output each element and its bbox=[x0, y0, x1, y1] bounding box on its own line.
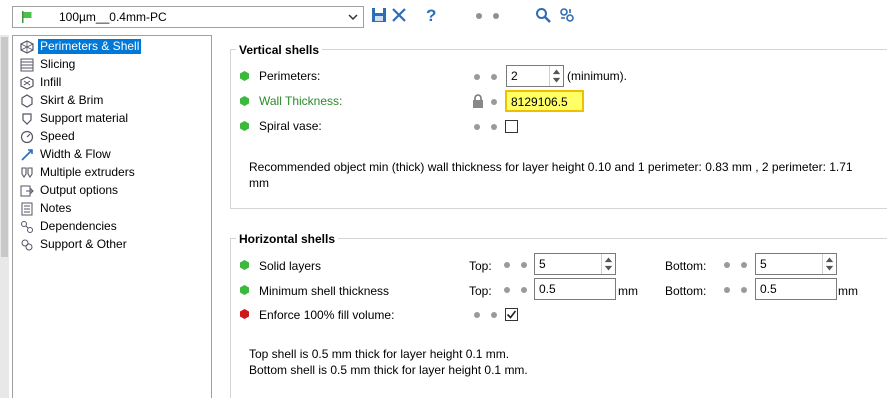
min-shell-bottom-label: Bottom: bbox=[665, 284, 707, 298]
compare-icon[interactable] bbox=[558, 6, 576, 24]
infill-icon bbox=[19, 75, 35, 91]
search-icon[interactable] bbox=[534, 6, 552, 24]
mode-dot-icon bbox=[741, 262, 747, 268]
mode-dot-icon[interactable] bbox=[493, 13, 499, 19]
tree-item-notes[interactable]: Notes bbox=[19, 200, 73, 217]
mode-dot-icon bbox=[474, 312, 480, 318]
horizontal-info-line2: Bottom shell is 0.5 mm thick for layer h… bbox=[249, 363, 528, 377]
mode-dot-icon[interactable] bbox=[476, 13, 482, 19]
solid-layers-bottom-label: Bottom: bbox=[665, 259, 707, 273]
tree-item-slicing[interactable]: Slicing bbox=[19, 56, 77, 73]
close-icon[interactable] bbox=[390, 6, 408, 24]
support-other-icon bbox=[19, 237, 35, 253]
speed-icon bbox=[19, 129, 35, 145]
spiral-vase-checkbox[interactable] bbox=[505, 120, 518, 133]
min-shell-label: Minimum shell thickness bbox=[259, 284, 390, 298]
scrollbar-thumb[interactable] bbox=[1, 37, 8, 257]
checkmark-icon bbox=[506, 310, 517, 319]
green-status-icon bbox=[240, 71, 249, 81]
solid-layers-label: Solid layers bbox=[259, 259, 322, 273]
min-shell-top-input[interactable]: 0.5 bbox=[534, 278, 616, 300]
tree-item-output-options[interactable]: Output options bbox=[19, 182, 120, 199]
tree-item-support-other[interactable]: Support & Other bbox=[19, 236, 129, 253]
enforce-fill-label: Enforce 100% fill volume: bbox=[259, 308, 395, 322]
mode-dot-icon bbox=[504, 262, 510, 268]
mode-dot-icon bbox=[521, 287, 527, 293]
spiral-vase-label: Spiral vase: bbox=[259, 119, 322, 133]
slicing-icon bbox=[19, 57, 35, 73]
perimeters-suffix: (minimum). bbox=[567, 69, 627, 83]
vertical-shells-title: Vertical shells bbox=[236, 43, 323, 57]
min-shell-top-unit: mm bbox=[618, 284, 638, 298]
mode-dot-icon bbox=[491, 312, 497, 318]
help-icon[interactable]: ? bbox=[422, 6, 440, 24]
spin-arrows-icon[interactable] bbox=[601, 254, 615, 274]
tree-item-width-flow[interactable]: Width & Flow bbox=[19, 146, 113, 163]
settings-page: Vertical shells Perimeters: 2 (minimum).… bbox=[216, 32, 887, 398]
chevron-down-icon[interactable] bbox=[345, 9, 361, 25]
perimeters-stepper[interactable]: 2 bbox=[506, 65, 564, 87]
tree-item-multiple-extruders[interactable]: Multiple extruders bbox=[19, 164, 137, 181]
output-icon bbox=[19, 183, 35, 199]
min-shell-bottom-unit: mm bbox=[838, 284, 858, 298]
width-flow-icon bbox=[19, 147, 35, 163]
support-icon bbox=[19, 111, 35, 127]
perimeters-label: Perimeters: bbox=[259, 69, 321, 83]
preset-flag-icon bbox=[22, 11, 32, 23]
tree-item-speed[interactable]: Speed bbox=[19, 128, 77, 145]
horizontal-info-line1: Top shell is 0.5 mm thick for layer heig… bbox=[249, 347, 510, 361]
green-status-icon bbox=[240, 96, 249, 106]
save-icon[interactable] bbox=[370, 6, 388, 24]
min-shell-top-label: Top: bbox=[469, 284, 492, 298]
mode-dot-icon bbox=[474, 74, 480, 80]
mode-dot-icon bbox=[741, 287, 747, 293]
extruders-icon bbox=[19, 165, 35, 181]
notes-icon bbox=[19, 201, 35, 217]
preset-name: 100µm__0.4mm-PC bbox=[59, 10, 167, 24]
vertical-shells-info: Recommended object min (thick) wall thic… bbox=[249, 160, 853, 174]
mode-dot-icon bbox=[491, 74, 497, 80]
tree-item-perimeters-shell[interactable]: Perimeters & Shell bbox=[19, 38, 142, 55]
min-shell-bottom-input[interactable]: 0.5 bbox=[755, 278, 837, 300]
lock-icon[interactable] bbox=[472, 94, 484, 108]
spin-arrows-icon[interactable] bbox=[822, 254, 836, 274]
wall-thickness-label: Wall Thickness: bbox=[259, 94, 343, 108]
skirt-icon bbox=[19, 93, 35, 109]
toolbar: 100µm__0.4mm-PC ? bbox=[0, 0, 887, 32]
tree-item-skirt-brim[interactable]: Skirt & Brim bbox=[19, 92, 105, 109]
mode-dot-icon bbox=[504, 287, 510, 293]
tree-item-support-material[interactable]: Support material bbox=[19, 110, 130, 127]
tree-item-infill[interactable]: Infill bbox=[19, 74, 63, 91]
mode-dot-icon bbox=[521, 262, 527, 268]
settings-tree: Perimeters & Shell Slicing Infill Skirt … bbox=[12, 35, 212, 398]
tree-item-dependencies[interactable]: Dependencies bbox=[19, 218, 119, 235]
preset-select[interactable]: 100µm__0.4mm-PC bbox=[12, 6, 364, 28]
enforce-fill-checkbox[interactable] bbox=[505, 308, 518, 321]
solid-layers-bottom-stepper[interactable]: 5 bbox=[755, 253, 837, 275]
mode-dot-icon bbox=[474, 124, 480, 130]
solid-layers-top-stepper[interactable]: 5 bbox=[534, 253, 616, 275]
mode-dot-icon bbox=[491, 124, 497, 130]
green-status-icon bbox=[240, 285, 249, 295]
left-scrollbar[interactable] bbox=[0, 35, 9, 398]
green-status-icon bbox=[240, 121, 249, 131]
mode-dot-icon bbox=[491, 99, 497, 105]
spin-arrows-icon[interactable] bbox=[549, 66, 563, 86]
mode-dot-icon bbox=[724, 287, 730, 293]
green-status-icon bbox=[240, 260, 249, 270]
mode-dot-icon bbox=[724, 262, 730, 268]
vertical-shells-info-wrap: mm bbox=[249, 176, 269, 190]
wall-thickness-input[interactable]: 8129106.5 bbox=[505, 90, 584, 112]
red-status-icon bbox=[240, 309, 249, 319]
perimeters-icon bbox=[19, 39, 35, 55]
solid-layers-top-label: Top: bbox=[469, 259, 492, 273]
svg-text:?: ? bbox=[426, 6, 436, 24]
dependencies-icon bbox=[19, 219, 35, 235]
horizontal-shells-title: Horizontal shells bbox=[236, 232, 339, 246]
